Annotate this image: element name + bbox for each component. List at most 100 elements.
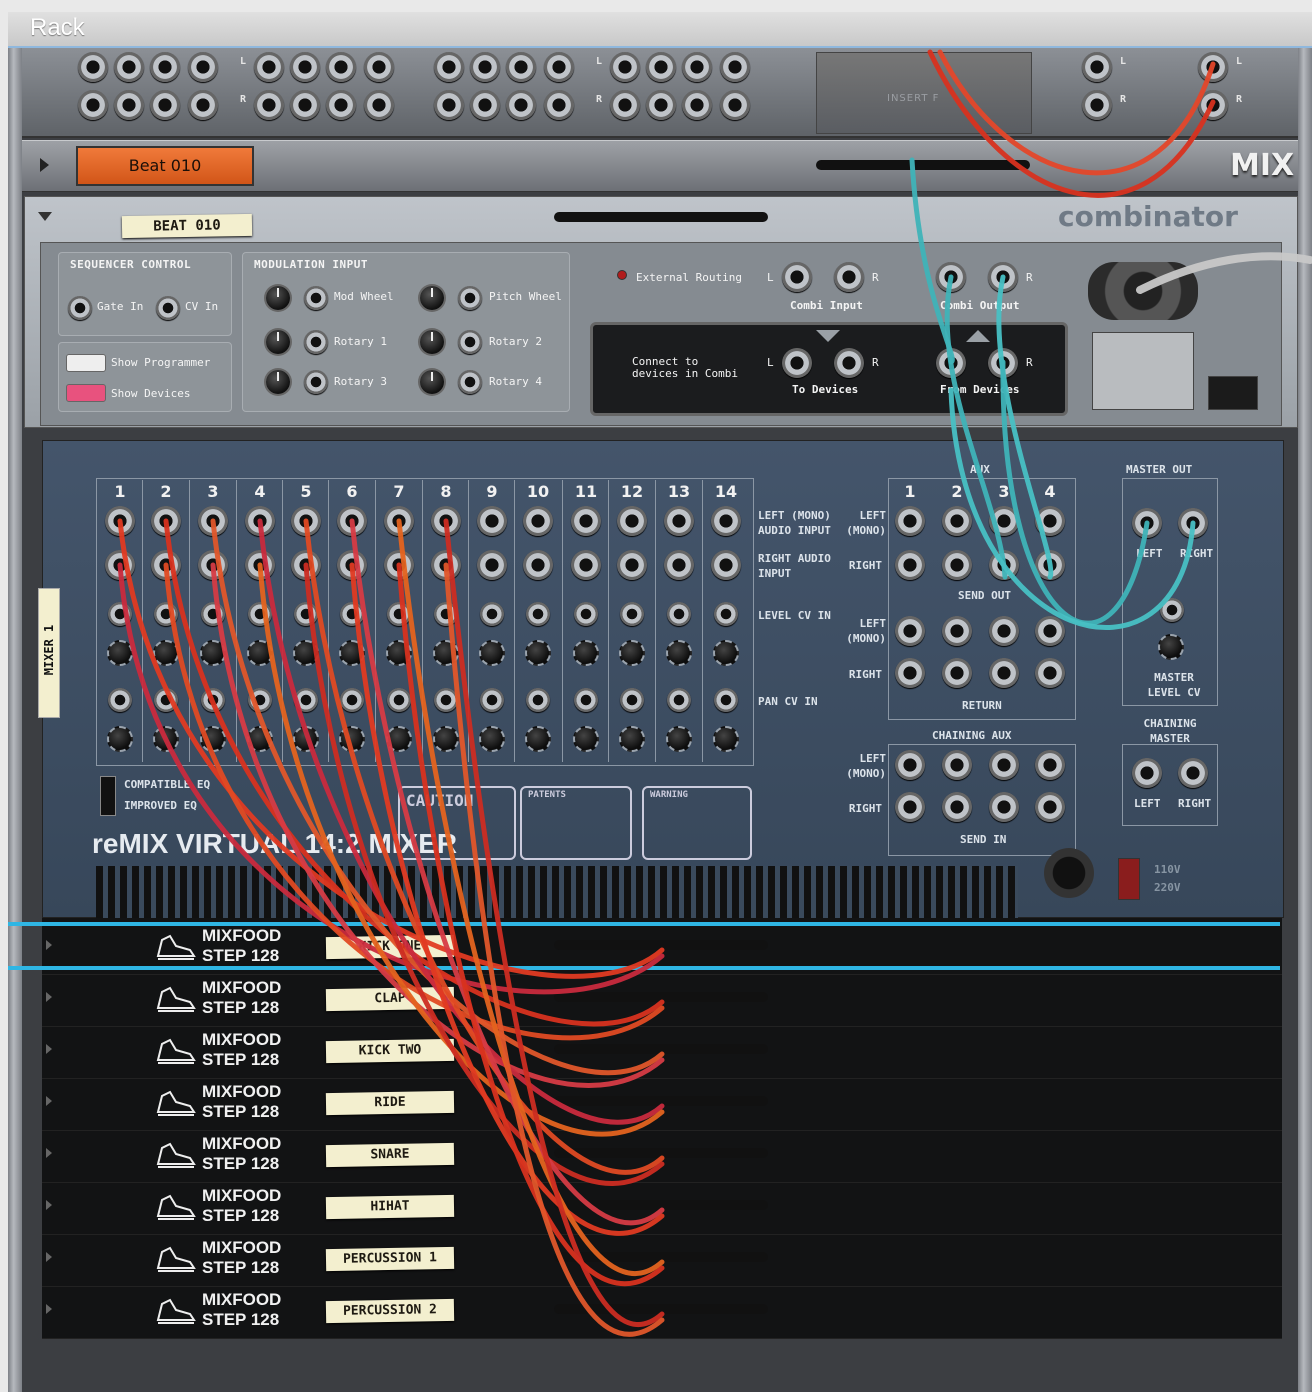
rotary-4-jack[interactable]	[458, 370, 482, 394]
hardware-jack[interactable]	[254, 52, 284, 82]
chaining-aux-jack[interactable]	[989, 792, 1019, 822]
hardware-jack[interactable]	[720, 52, 750, 82]
left-audio-input-jack[interactable]	[384, 506, 414, 536]
left-audio-input-jack[interactable]	[198, 506, 228, 536]
level-cv-in-jack[interactable]	[714, 602, 738, 626]
pan-cv-in-jack[interactable]	[108, 688, 132, 712]
hardware-jack[interactable]	[326, 90, 356, 120]
left-audio-input-jack[interactable]	[571, 506, 601, 536]
master-level-cv-jack[interactable]	[1160, 598, 1184, 622]
return-jack[interactable]	[1035, 616, 1065, 646]
master-out-left-jack[interactable]	[1132, 508, 1162, 538]
send-out-jack[interactable]	[1035, 506, 1065, 536]
drum-device-name-tape[interactable]: PERCUSSION 1	[325, 1246, 455, 1272]
level-cv-trim-knob[interactable]	[293, 640, 319, 666]
hardware-jack[interactable]	[470, 90, 500, 120]
hardware-jack[interactable]	[470, 52, 500, 82]
left-audio-input-jack[interactable]	[337, 506, 367, 536]
return-jack[interactable]	[989, 616, 1019, 646]
pan-cv-trim-knob[interactable]	[339, 726, 365, 752]
voltage-switch[interactable]	[1118, 858, 1140, 900]
drum-device-name-tape[interactable]: KICK TWO	[325, 1038, 455, 1064]
hardware-jack[interactable]	[78, 90, 108, 120]
expand-arrow-icon[interactable]	[46, 1148, 52, 1158]
hardware-jack[interactable]	[610, 90, 640, 120]
expand-arrow-icon[interactable]	[46, 1252, 52, 1262]
pan-cv-trim-knob[interactable]	[386, 726, 412, 752]
left-audio-input-jack[interactable]	[291, 506, 321, 536]
hardware-jack[interactable]	[290, 52, 320, 82]
level-cv-trim-knob[interactable]	[339, 640, 365, 666]
hardware-jack[interactable]	[188, 90, 218, 120]
level-cv-in-jack[interactable]	[387, 602, 411, 626]
right-audio-input-jack[interactable]	[711, 550, 741, 580]
rotary-2-jack[interactable]	[458, 330, 482, 354]
level-cv-in-jack[interactable]	[154, 602, 178, 626]
hardware-jack[interactable]	[682, 52, 712, 82]
left-audio-input-jack[interactable]	[151, 506, 181, 536]
collapse-arrow-icon[interactable]	[38, 212, 52, 221]
left-audio-input-jack[interactable]	[617, 506, 647, 536]
hardware-jack[interactable]	[646, 90, 676, 120]
expand-arrow-icon[interactable]	[46, 940, 52, 950]
pan-cv-in-jack[interactable]	[340, 688, 364, 712]
level-cv-in-jack[interactable]	[434, 602, 458, 626]
pan-cv-in-jack[interactable]	[574, 688, 598, 712]
hardware-jack[interactable]	[114, 52, 144, 82]
show-programmer-toggle[interactable]	[66, 354, 106, 372]
hardware-jack[interactable]	[720, 90, 750, 120]
level-cv-trim-knob[interactable]	[200, 640, 226, 666]
hardware-jack[interactable]	[150, 52, 180, 82]
drum-device-name-tape[interactable]: SNARE	[325, 1142, 455, 1168]
drum-device-name-tape[interactable]: PERCUSSION 2	[325, 1298, 455, 1324]
to-devices-r-jack[interactable]	[834, 348, 864, 378]
left-audio-input-jack[interactable]	[245, 506, 275, 536]
level-cv-in-jack[interactable]	[480, 602, 504, 626]
pan-cv-trim-knob[interactable]	[666, 726, 692, 752]
hardware-jack[interactable]	[150, 90, 180, 120]
right-audio-input-jack[interactable]	[105, 550, 135, 580]
chaining-aux-jack[interactable]	[942, 750, 972, 780]
right-audio-input-jack[interactable]	[337, 550, 367, 580]
drum-device-name-tape[interactable]: CLAP	[325, 986, 455, 1012]
right-audio-input-jack[interactable]	[384, 550, 414, 580]
pan-cv-in-jack[interactable]	[714, 688, 738, 712]
chaining-aux-jack[interactable]	[942, 792, 972, 822]
right-audio-input-jack[interactable]	[291, 550, 321, 580]
drum-device-name-tape[interactable]: HIHAT	[325, 1194, 455, 1220]
rotary-3-knob[interactable]	[266, 370, 290, 394]
combi-output-l-jack[interactable]	[936, 262, 966, 292]
right-audio-input-jack[interactable]	[571, 550, 601, 580]
chaining-aux-jack[interactable]	[895, 792, 925, 822]
hardware-jack[interactable]	[364, 90, 394, 120]
return-jack[interactable]	[1035, 658, 1065, 688]
left-audio-input-jack[interactable]	[105, 506, 135, 536]
pan-cv-trim-knob[interactable]	[619, 726, 645, 752]
pan-cv-trim-knob[interactable]	[433, 726, 459, 752]
level-cv-trim-knob[interactable]	[433, 640, 459, 666]
pitch-wheel-knob[interactable]	[420, 286, 444, 310]
level-cv-trim-knob[interactable]	[107, 640, 133, 666]
return-jack[interactable]	[942, 658, 972, 688]
return-jack[interactable]	[895, 616, 925, 646]
level-cv-trim-knob[interactable]	[153, 640, 179, 666]
hardware-jack[interactable]	[290, 90, 320, 120]
hardware-jack[interactable]	[78, 52, 108, 82]
left-audio-input-jack[interactable]	[664, 506, 694, 536]
show-devices-toggle[interactable]	[66, 384, 106, 402]
return-jack[interactable]	[942, 616, 972, 646]
right-audio-input-jack[interactable]	[523, 550, 553, 580]
expand-arrow-icon[interactable]	[46, 1044, 52, 1054]
level-cv-in-jack[interactable]	[294, 602, 318, 626]
expand-arrow-icon[interactable]	[46, 1304, 52, 1314]
level-cv-in-jack[interactable]	[248, 602, 272, 626]
left-audio-input-jack[interactable]	[431, 506, 461, 536]
expand-arrow-icon[interactable]	[46, 992, 52, 1002]
hardware-jack[interactable]	[1082, 52, 1112, 82]
right-audio-input-jack[interactable]	[477, 550, 507, 580]
hardware-jack[interactable]	[506, 52, 536, 82]
pan-cv-in-jack[interactable]	[480, 688, 504, 712]
master-level-cv-knob[interactable]	[1158, 634, 1184, 660]
right-audio-input-jack[interactable]	[151, 550, 181, 580]
level-cv-trim-knob[interactable]	[573, 640, 599, 666]
